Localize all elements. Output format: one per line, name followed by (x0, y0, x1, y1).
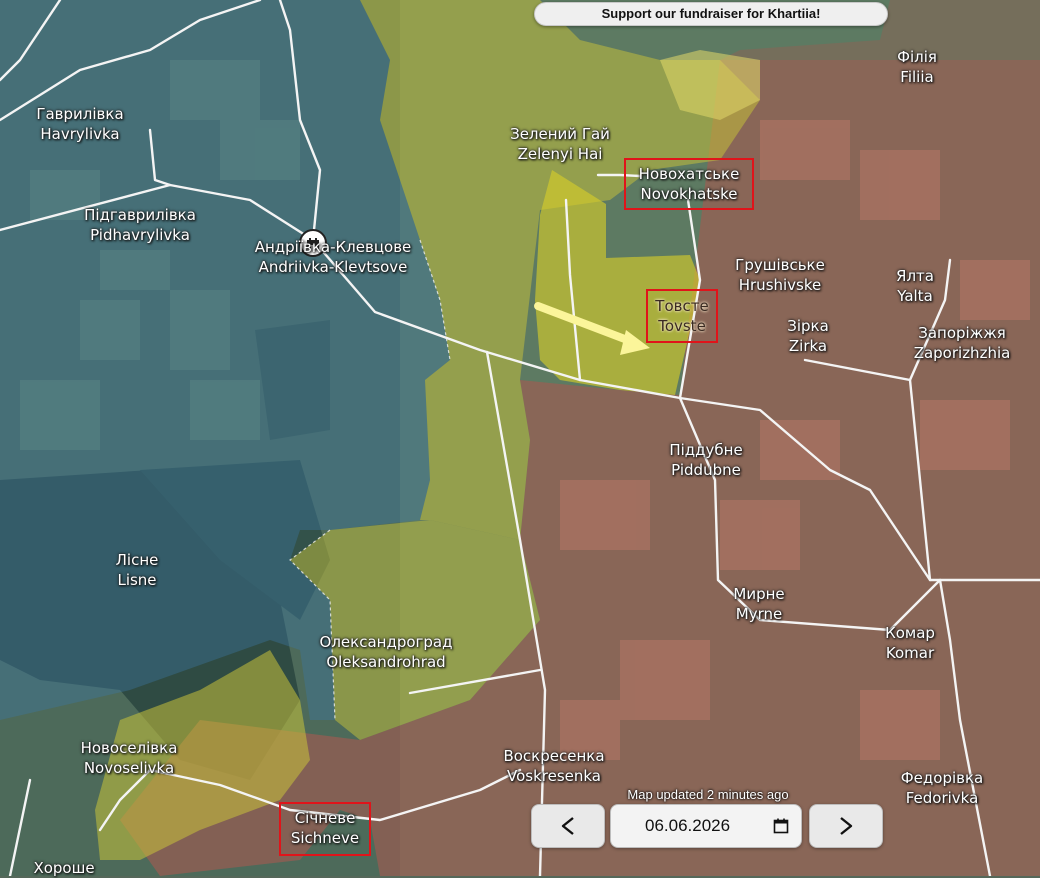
place-zaporizhzhia[interactable]: Запоріжжя Zaporizhzhia (914, 323, 1011, 363)
place-andriivka-klevtsove[interactable]: Андріївка-Клевцове Andriivka-Klevtsove (255, 237, 412, 277)
place-piddubne[interactable]: Піддубне Piddubne (669, 440, 742, 480)
prev-date-button[interactable] (531, 804, 605, 848)
map-updated-text: Map updated 2 minutes ago (627, 787, 789, 802)
place-voskresenka[interactable]: Воскресенка Voskresenka (503, 746, 604, 786)
place-zelenyi-hai[interactable]: Зелений Гай Zelenyi Hai (510, 124, 610, 164)
date-value: 06.06.2026 (645, 816, 731, 835)
place-khoroshe[interactable]: Хороше (33, 858, 94, 878)
place-filiia[interactable]: Філія Filiia (897, 47, 937, 87)
place-tovste[interactable]: Товсте Tovste (655, 296, 708, 336)
date-input[interactable]: 06.06.2026 (610, 804, 802, 848)
place-fedorivka[interactable]: Федорівка Fedorivka (901, 768, 983, 808)
place-zirka[interactable]: Зірка Zirka (787, 316, 829, 356)
arrow-left-icon (561, 817, 574, 835)
next-date-button[interactable] (809, 804, 883, 848)
arrow-right-icon (840, 817, 853, 835)
fundraiser-banner[interactable]: Support our fundraiser for Khartiia! (534, 2, 888, 26)
place-havrylivka[interactable]: Гаврилівка Havrylivka (36, 104, 123, 144)
place-lisne[interactable]: Лісне Lisne (116, 550, 159, 590)
place-hrushivske[interactable]: Грушівське Hrushivske (735, 255, 825, 295)
place-sichneve[interactable]: Січневе Sichneve (291, 808, 359, 848)
place-yalta[interactable]: Ялта Yalta (896, 266, 934, 306)
place-novokhatske[interactable]: Новохатське Novokhatske (639, 164, 740, 204)
place-myrne[interactable]: Мирне Myrne (733, 584, 784, 624)
place-komar[interactable]: Комар Komar (885, 623, 935, 663)
place-oleksandrohrad[interactable]: Олександроград Oleksandrohrad (320, 632, 453, 672)
place-pidhavrylivka[interactable]: Підгаврилівка Pidhavrylivka (84, 205, 196, 245)
place-novoselivka[interactable]: Новоселівка Novoselivka (81, 738, 178, 778)
calendar-icon[interactable] (773, 818, 789, 834)
